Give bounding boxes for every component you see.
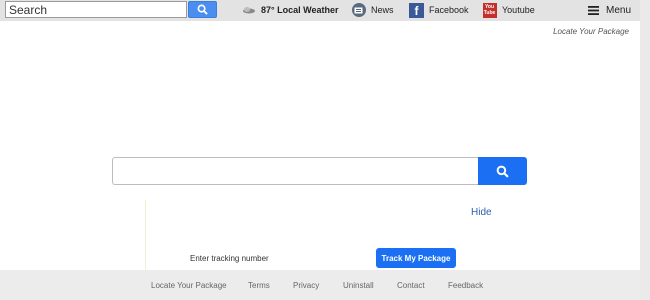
locate-package-link[interactable]: Locate Your Package [553, 27, 629, 36]
news-icon [351, 3, 366, 18]
footer: Locate Your Package Terms Privacy Uninst… [0, 270, 640, 300]
footer-link-uninstall[interactable]: Uninstall [343, 281, 374, 290]
main-search-input[interactable] [112, 157, 479, 185]
weather-label: 87° Local Weather [261, 5, 339, 15]
search-icon [197, 4, 208, 15]
facebook-link[interactable]: f Facebook [409, 2, 469, 18]
menu-button[interactable]: Menu [586, 2, 631, 18]
news-label: News [371, 5, 394, 15]
facebook-label: Facebook [429, 5, 469, 15]
cloud-icon [241, 3, 256, 18]
footer-link-privacy[interactable]: Privacy [293, 281, 319, 290]
main-search-button[interactable] [478, 157, 527, 185]
toolbar-search-input[interactable] [5, 1, 187, 18]
hide-link[interactable]: Hide [471, 207, 492, 218]
facebook-icon: f [409, 2, 424, 18]
footer-link-locate-package[interactable]: Locate Your Package [151, 281, 227, 290]
youtube-link[interactable]: You Tube Youtube [482, 2, 535, 18]
tracking-number-label: Enter tracking number [190, 254, 269, 263]
search-icon [496, 165, 509, 178]
toolbar-search-button[interactable] [188, 1, 217, 18]
top-toolbar: 87° Local Weather News f Facebook YouTub… [0, 0, 640, 21]
footer-link-feedback[interactable]: Feedback [448, 281, 483, 290]
youtube-label: Youtube [502, 5, 535, 15]
youtube-icon: You Tube [482, 2, 497, 18]
weather-widget[interactable]: 87° Local Weather [241, 2, 338, 18]
menu-label: Menu [606, 4, 632, 16]
footer-link-terms[interactable]: Terms [248, 281, 270, 290]
footer-link-contact[interactable]: Contact [397, 281, 425, 290]
panel-divider [145, 200, 146, 270]
track-package-button[interactable]: Track My Package [376, 248, 456, 268]
hamburger-icon [586, 3, 601, 18]
scrollbar[interactable] [640, 0, 650, 300]
news-link[interactable]: News [351, 2, 394, 18]
